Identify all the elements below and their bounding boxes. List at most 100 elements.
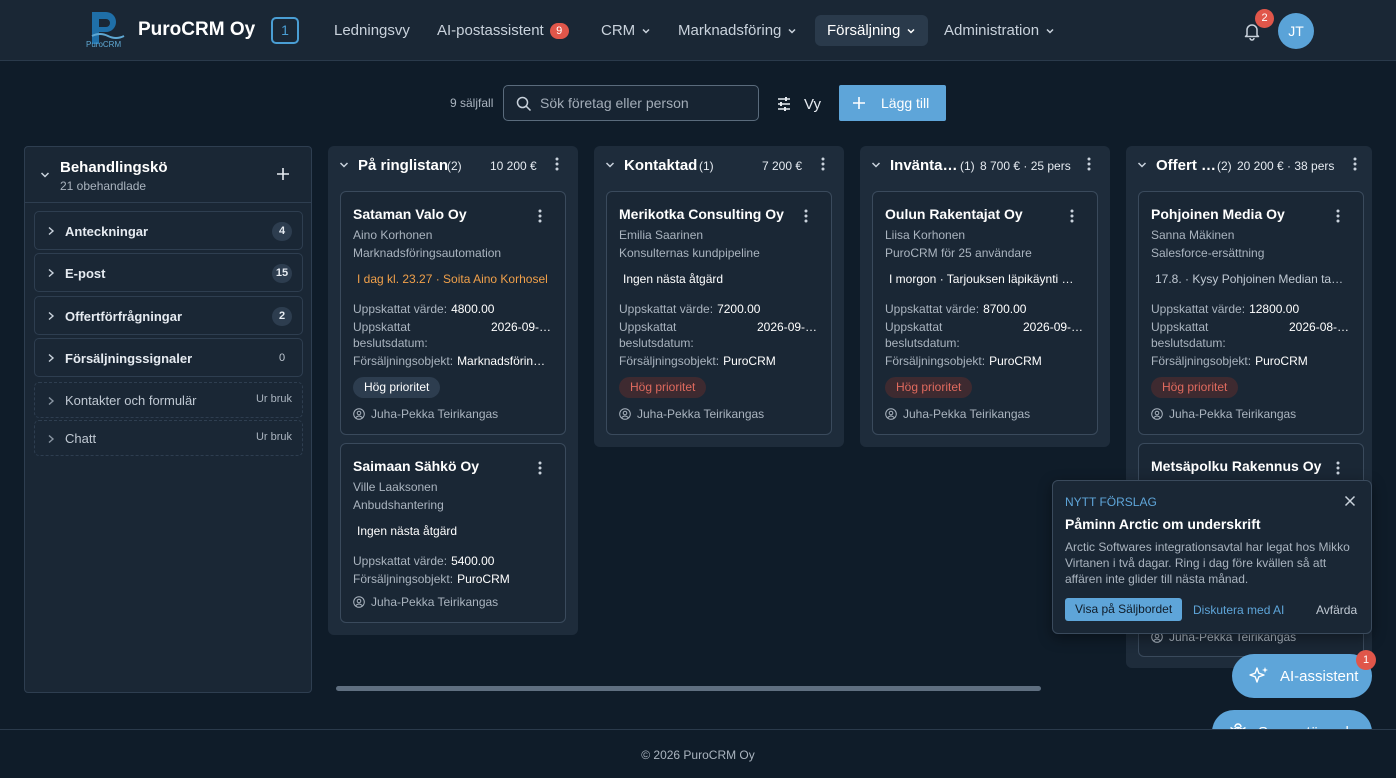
column-header[interactable]: Kontaktad (1) 7 200 € [594,146,844,184]
column-title: På ringlistan [358,157,449,174]
nav-marknadsforing[interactable]: Marknadsföring [666,15,809,46]
deal-card[interactable]: Merikotka Consulting Oy Emilia Saarinen … [606,191,832,435]
search-input[interactable] [540,86,754,120]
queue-item-status: Ur bruk [255,431,292,443]
deal-card[interactable]: Pohjoinen Media Oy Sanna Mäkinen Salesfo… [1138,191,1364,435]
deal-card[interactable]: Sataman Valo Oy Aino Korhonen Marknadsfö… [340,191,566,435]
add-queue-icon[interactable] [276,167,290,181]
workspace-badge[interactable]: 1 [271,17,299,44]
next-action[interactable]: 17.8. · Kysy Pohjoinen Median tarj… [1155,272,1347,286]
value-field: Uppskattat värde: 12800.00 [1151,302,1299,316]
queue-item-e-post[interactable]: E-post 15 [34,253,303,292]
horizontal-scrollbar[interactable] [336,686,1041,691]
chevron-down-icon[interactable] [605,160,615,170]
queue-header[interactable]: Behandlingskö 21 obehandlade [25,147,311,203]
queue-item-count: 4 [272,222,292,241]
nav-label: Administration [944,22,1040,39]
add-label: Lägg till [881,95,930,111]
value-label: Uppskattat värde: [353,554,448,568]
deal-product: Salesforce-ersättning [1151,246,1265,260]
queue-item-label: Försäljningssignaler [65,351,193,366]
value-amount: 12800.00 [1249,302,1300,316]
close-icon[interactable] [1344,495,1356,507]
top-bar: PuroCRM PuroCRM Oy 1 Ledningsvy AI-posta… [0,0,1396,61]
more-vertical-icon[interactable] [1070,209,1074,223]
more-vertical-icon[interactable] [1336,461,1340,475]
queue-item-kontakter[interactable]: Kontakter och formulär Ur bruk [34,382,303,418]
next-action[interactable]: Ingen nästa åtgärd [357,524,549,538]
dismiss-button[interactable]: Avfärda [1316,603,1357,617]
ai-assistant-badge: 1 [1356,650,1376,670]
next-action[interactable]: I dag kl. 23.27 · Soita Aino Korhosel [357,272,549,286]
column-header[interactable]: Inväntа… (1) 8 700 € · 25 pers [860,146,1110,184]
date-label-line-1: Uppskattat [885,320,943,334]
object-field: Försäljningsobjekt: PuroCRM [1151,354,1308,368]
pipeline-column-invantar: Inväntа… (1) 8 700 € · 25 pers Oulun Rak… [860,146,1110,447]
queue-title: Behandlingskö [60,159,168,176]
chevron-down-icon [788,28,796,34]
add-button[interactable]: Lägg till [839,85,946,121]
chevron-down-icon[interactable] [871,160,881,170]
user-icon [1151,408,1163,420]
value-field: Uppskattat värde: 5400.00 [353,554,494,568]
footer: © 2026 PuroCRM Oy [0,729,1396,778]
unread-badge: 9 [549,22,569,39]
view-button[interactable]: Vy [776,92,821,116]
next-action[interactable]: Ingen nästa åtgärd [623,272,815,286]
object-label: Försäljningsobjekt: [353,354,454,368]
queue-item-offertforfragningar[interactable]: Offertförfrågningar 2 [34,296,303,335]
more-vertical-icon[interactable] [538,461,542,475]
brand-name[interactable]: PuroCRM Oy [138,19,255,41]
queue-item-label: Chatt [65,431,97,446]
nav-crm[interactable]: CRM [589,15,663,46]
decision-date: 2026-08-… [1289,320,1350,334]
decision-date: 2026-09-… [757,320,818,334]
more-vertical-icon[interactable] [1336,209,1340,223]
processing-queue: Behandlingskö 21 obehandlade Anteckninga… [24,146,312,693]
more-vertical-icon[interactable] [821,157,825,171]
nav-forsaljning[interactable]: Försäljning [815,15,929,46]
nav-administration[interactable]: Administration [932,15,1067,46]
nav-ai-postassistent[interactable]: AI-postassistent 9 [425,15,581,46]
discuss-with-ai-link[interactable]: Diskutera med AI [1193,603,1284,617]
more-vertical-icon[interactable] [1353,157,1357,171]
value-amount: 8700.00 [983,302,1027,316]
chevron-down-icon [907,28,915,34]
deal-product: Konsulternas kundpipeline [619,246,760,260]
ai-assistant-button[interactable]: AI-assistent [1232,654,1372,698]
search-box[interactable] [503,85,759,121]
deal-product: PuroCRM för 25 användare [885,246,1032,260]
chevron-down-icon[interactable] [40,170,50,180]
more-vertical-icon[interactable] [555,157,559,171]
value-label: Uppskattat värde: [619,302,714,316]
nav-ledningsvy[interactable]: Ledningsvy [322,15,422,46]
more-vertical-icon[interactable] [804,209,808,223]
deal-product: Anbudshantering [353,498,444,512]
show-on-board-button[interactable]: Visa på Säljbordet [1065,598,1183,621]
date-label-line-2: beslutsdatum: [885,336,960,350]
queue-item-anteckningar[interactable]: Anteckningar 4 [34,211,303,250]
decision-date: 2026-09-… [1023,320,1084,334]
queue-item-count: 2 [272,307,292,326]
plus-icon [853,97,865,109]
chevron-down-icon[interactable] [339,160,349,170]
chevron-down-icon[interactable] [1137,160,1147,170]
chevron-right-icon [48,268,55,278]
object-label: Försäljningsobjekt: [1151,354,1252,368]
queue-item-chatt[interactable]: Chatt Ur bruk [34,420,303,456]
more-vertical-icon[interactable] [1087,157,1091,171]
deal-card[interactable]: Saimaan Sähkö Oy Ville Laaksonen Anbudsh… [340,443,566,623]
queue-item-forsaljningssignaler[interactable]: Försäljningssignaler 0 [34,338,303,377]
ai-assistant-label: AI-assistent [1280,667,1359,685]
nav-label: CRM [601,22,636,39]
deal-card[interactable]: Oulun Rakentajat Oy Liisa Korhonen PuroC… [872,191,1098,435]
chevron-down-icon [642,28,650,34]
column-header[interactable]: Offert … (2) 20 200 € · 38 pers [1126,146,1376,184]
value-amount: 5400.00 [451,554,495,568]
column-header[interactable]: På ringlistan (2) 10 200 € [328,146,578,184]
more-vertical-icon[interactable] [538,209,542,223]
user-avatar[interactable]: JT [1278,13,1314,49]
suggestion-title: Påminn Arctic om underskrift [1065,516,1261,532]
owner-name: Juha-Pekka Teirikangas [371,595,499,609]
next-action[interactable]: I morgon · Tarjouksen läpikäynti … [889,272,1081,286]
